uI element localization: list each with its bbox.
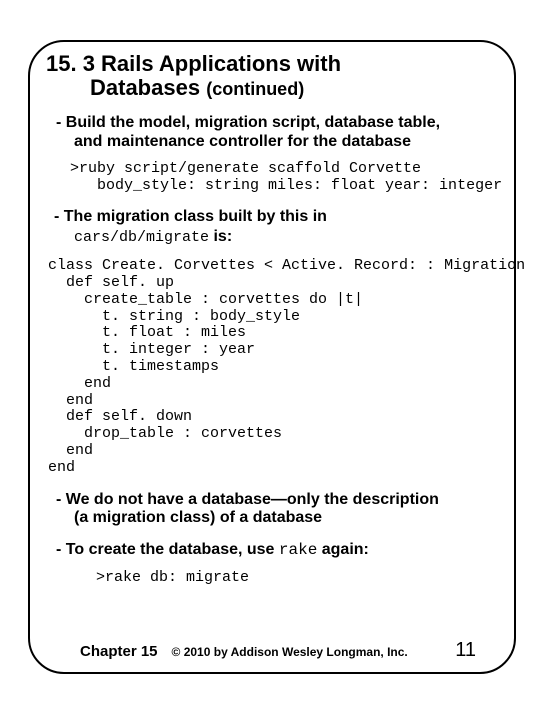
migration-intro-text: - The migration class built by this in xyxy=(54,208,327,225)
bullet-create-part1: - To create the database, use xyxy=(56,541,279,558)
title-continued: (continued) xyxy=(206,79,304,99)
slide-title: 15. 3 Rails Applications with Databases … xyxy=(46,52,502,100)
footer-copyright: © 2010 by Addison Wesley Longman, Inc. xyxy=(172,645,408,659)
code-scaffold-line1: >ruby script/generate scaffold Corvette xyxy=(70,160,421,177)
code-rake-migrate: >rake db: migrate xyxy=(96,570,502,587)
code-scaffold: >ruby script/generate scaffold Corvette … xyxy=(70,161,502,194)
bullet-no-db: - We do not have a database—only the des… xyxy=(56,491,502,528)
bullet-build-line2: and maintenance controller for the datab… xyxy=(56,133,502,151)
slide-frame: 15. 3 Rails Applications with Databases … xyxy=(28,40,516,674)
title-line2: Databases xyxy=(90,75,200,100)
code-scaffold-line2: body_style: string miles: float year: in… xyxy=(70,177,502,194)
bullet-create-db: - To create the database, use rake again… xyxy=(56,541,502,559)
bullet-build-line1: - Build the model, migration script, dat… xyxy=(56,114,440,131)
slide-content: 15. 3 Rails Applications with Databases … xyxy=(30,42,514,586)
code-migration-class: class Create. Corvettes < Active. Record… xyxy=(48,258,502,476)
footer-page-number: 11 xyxy=(455,639,476,662)
bullet-create-part2: again: xyxy=(317,541,369,558)
migration-path: cars/db/migrate xyxy=(74,229,209,246)
bullet-build: - Build the model, migration script, dat… xyxy=(56,114,502,151)
title-line1: 15. 3 Rails Applications with xyxy=(46,51,341,76)
bullet-no-db-line1: - We do not have a database—only the des… xyxy=(56,491,439,508)
migration-path-line: cars/db/migrate is: xyxy=(46,228,502,246)
migration-is: is: xyxy=(213,228,232,245)
slide-footer: Chapter 15 © 2010 by Addison Wesley Long… xyxy=(30,639,514,662)
migration-intro: - The migration class built by this in xyxy=(54,208,502,226)
rake-inline: rake xyxy=(279,541,317,559)
bullet-no-db-line2: (a migration class) of a database xyxy=(56,509,502,527)
footer-chapter: Chapter 15 xyxy=(80,643,158,660)
